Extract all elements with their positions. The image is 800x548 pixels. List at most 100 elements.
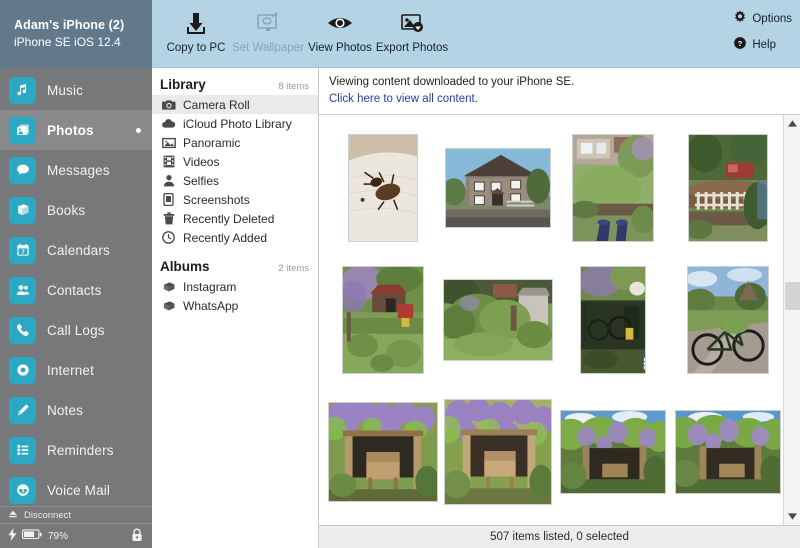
- main-toolbar: Copy to PC Set Wallpaper View Photos Exp…: [152, 0, 800, 68]
- set-wallpaper-label: Set Wallpaper: [232, 42, 304, 54]
- help-label: Help: [752, 38, 777, 51]
- person-icon: [161, 174, 176, 187]
- photo-cell[interactable]: [670, 393, 783, 511]
- thumbnail-pergola-bench-1[interactable]: [327, 401, 438, 502]
- thumbnail-bicycle-on-path[interactable]: [686, 265, 769, 374]
- music-note-icon: [9, 76, 36, 104]
- thumbnail-wisteria-garden-shed[interactable]: [341, 265, 424, 374]
- sidebar-label-music: Music: [47, 82, 84, 98]
- options-button[interactable]: Options: [733, 10, 792, 27]
- library-item-recently-added[interactable]: Recently Added: [152, 228, 318, 247]
- library-item-panoramic[interactable]: Panoramic: [152, 133, 318, 152]
- view-photos-button[interactable]: View Photos: [304, 4, 376, 54]
- scrollbar-track[interactable]: [784, 132, 800, 509]
- charging-bolt-icon: [8, 528, 17, 544]
- sidebar-label-contacts: Contacts: [47, 282, 102, 298]
- photo-cell[interactable]: [670, 129, 783, 247]
- top-bar: Adam's iPhone (2) iPhone SE iOS 12.4 Cop…: [0, 0, 800, 68]
- sidebar-item-photos[interactable]: Photos: [0, 110, 152, 150]
- library-count: 8 items: [278, 81, 309, 92]
- photo-cell[interactable]: [440, 393, 555, 511]
- sidebar-item-books[interactable]: Books: [0, 190, 152, 230]
- voicemail-icon: [9, 476, 36, 504]
- sidebar-item-call-logs[interactable]: Call Logs: [0, 310, 152, 350]
- notice-banner: Viewing content downloaded to your iPhon…: [319, 68, 800, 115]
- status-text: 507 items listed, 0 selected: [490, 531, 629, 543]
- chat-bubble-icon: [9, 156, 36, 184]
- library-item-screenshots[interactable]: Screenshots: [152, 190, 318, 209]
- content-scrollbar[interactable]: [783, 114, 800, 525]
- view-all-content-link[interactable]: Click here to view all content.: [329, 91, 790, 108]
- device-model: iPhone SE iOS 12.4: [14, 35, 121, 50]
- sidebar-label-voice-mail: Voice Mail: [47, 482, 111, 498]
- sidebar-item-reminders[interactable]: Reminders: [0, 430, 152, 470]
- photo-cell[interactable]: [555, 261, 670, 379]
- camera-icon: [161, 99, 176, 111]
- thumbnail-wisteria-arch-2[interactable]: [674, 409, 781, 494]
- album-icon: [161, 281, 176, 293]
- thumbnail-stone-house[interactable]: [444, 147, 551, 228]
- thumbnail-garden-fence-red[interactable]: [687, 133, 768, 242]
- photo-grid: [319, 115, 783, 526]
- phone-frame-icon: [161, 193, 176, 206]
- library-item-icloud-photo-library[interactable]: iCloud Photo Library: [152, 114, 318, 133]
- scroll-down-arrow[interactable]: [784, 508, 800, 525]
- help-button[interactable]: ? Help: [733, 36, 776, 53]
- lock-icon[interactable]: [131, 528, 143, 545]
- library-label-videos: Videos: [183, 154, 220, 169]
- sidebar-item-internet[interactable]: Internet: [0, 350, 152, 390]
- library-label-recently-added: Recently Added: [183, 230, 268, 245]
- export-photos-button[interactable]: Export Photos: [376, 4, 448, 54]
- phone-icon: [9, 316, 36, 344]
- sidebar-item-voice-mail[interactable]: Voice Mail: [0, 470, 152, 506]
- sidebar-label-photos: Photos: [47, 122, 94, 138]
- album-item-instagram[interactable]: Instagram: [152, 277, 318, 296]
- thumbnail-wisteria-arch-1[interactable]: [559, 409, 666, 494]
- disconnect-button[interactable]: Disconnect: [0, 506, 152, 523]
- thumbnail-garden-view-feet[interactable]: [571, 133, 654, 242]
- safari-icon: [9, 356, 36, 384]
- disconnect-label: Disconnect: [24, 509, 71, 521]
- battery-icon: [22, 529, 42, 543]
- scrollbar-thumb[interactable]: [784, 281, 800, 310]
- library-panel: Library 8 items Camera Roll iCloud Photo…: [152, 68, 319, 548]
- status-bar: 507 items listed, 0 selected: [319, 525, 800, 548]
- photo-cell[interactable]: [325, 261, 440, 379]
- albums-title: Albums: [160, 259, 210, 274]
- library-item-selfies[interactable]: Selfies: [152, 171, 318, 190]
- sidebar-item-calendars[interactable]: 7 Calendars: [0, 230, 152, 270]
- library-item-camera-roll[interactable]: Camera Roll: [152, 95, 318, 114]
- photo-cell[interactable]: [325, 129, 440, 247]
- thumbnail-overgrown-garden[interactable]: [442, 278, 553, 361]
- sidebar-item-music[interactable]: Music: [0, 70, 152, 110]
- photo-grid-row: [319, 259, 783, 381]
- scroll-up-arrow[interactable]: [784, 115, 800, 132]
- help-icon: ?: [733, 36, 747, 53]
- toolbar-actions: Copy to PC Set Wallpaper View Photos Exp…: [152, 0, 448, 54]
- gear-icon: [733, 10, 747, 27]
- library-item-recently-deleted[interactable]: Recently Deleted: [152, 209, 318, 228]
- sidebar-item-messages[interactable]: Messages: [0, 150, 152, 190]
- photo-cell[interactable]: [555, 129, 670, 247]
- sidebar-item-notes[interactable]: Notes: [0, 390, 152, 430]
- view-photos-label: View Photos: [308, 42, 372, 54]
- set-wallpaper-button[interactable]: Set Wallpaper: [232, 4, 304, 54]
- sidebar-item-contacts[interactable]: Contacts: [0, 270, 152, 310]
- photo-cell[interactable]: [325, 393, 440, 511]
- library-item-videos[interactable]: Videos: [152, 152, 318, 171]
- album-item-whatsapp[interactable]: WhatsApp: [152, 296, 318, 315]
- eye-icon: [326, 8, 354, 38]
- film-icon: [161, 155, 176, 168]
- copy-to-pc-button[interactable]: Copy to PC: [160, 4, 232, 54]
- photo-cell[interactable]: [440, 261, 555, 379]
- photo-cell[interactable]: [440, 129, 555, 247]
- battery-status: 79%: [0, 523, 152, 548]
- thumbnail-garden-video-clip[interactable]: [579, 265, 646, 374]
- photo-cell[interactable]: [670, 261, 783, 379]
- photo-grid-row: [319, 127, 783, 249]
- album-label-instagram: Instagram: [183, 279, 237, 294]
- thumbnail-pergola-bench-2[interactable]: [443, 398, 552, 505]
- photo-cell[interactable]: [555, 393, 670, 511]
- thumbnail-insect-on-sand[interactable]: [347, 133, 418, 242]
- photos-icon: [9, 116, 36, 144]
